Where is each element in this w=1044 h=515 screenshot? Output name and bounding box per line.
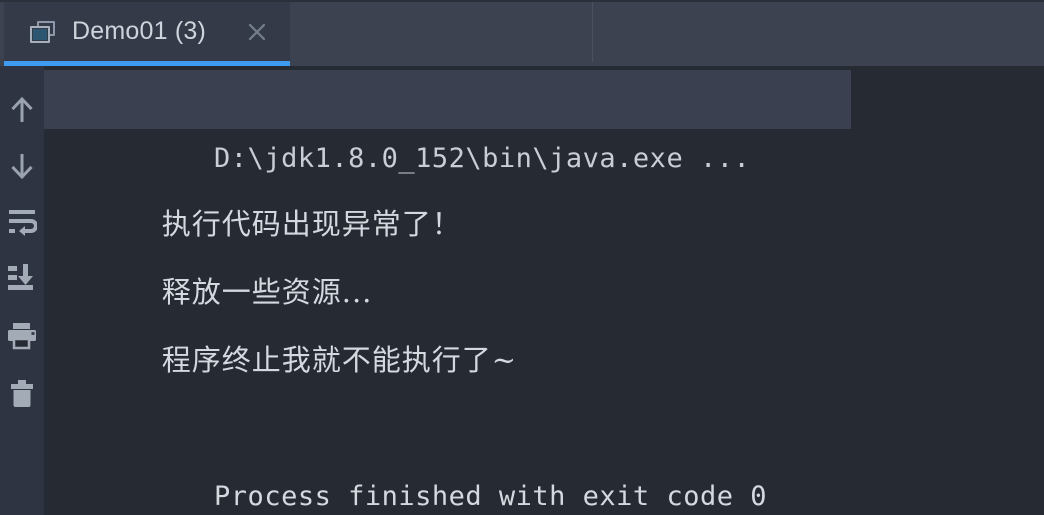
tab-label: Demo01 (3) <box>72 17 206 45</box>
console-line: Process finished with exit code 0 <box>44 408 767 512</box>
console-line: 程序终止我就不能执行了~ <box>44 272 517 377</box>
up-arrow-icon[interactable] <box>0 82 44 138</box>
run-tool-window: Demo01 (3) D:\jdk1.8.0_152\bin\java.exe … <box>0 0 1044 515</box>
tab-bar: Demo01 (3) <box>0 0 1044 66</box>
scroll-to-end-icon[interactable] <box>0 250 44 306</box>
tab-bar-divider <box>592 2 593 62</box>
console-toolbar <box>0 66 44 515</box>
console-line: 释放一些资源... <box>44 204 372 309</box>
console-line: D:\jdk1.8.0_152\bin\java.exe ... <box>44 70 851 174</box>
console-output[interactable]: D:\jdk1.8.0_152\bin\java.exe ... 执行代码出现异… <box>44 66 1044 515</box>
soft-wrap-icon[interactable] <box>0 194 44 250</box>
down-arrow-icon[interactable] <box>0 138 44 194</box>
console-line: 执行代码出现异常了！ <box>44 136 462 241</box>
console-window-icon <box>30 20 56 43</box>
print-icon[interactable] <box>0 308 44 364</box>
console-line-text: Process finished with exit code 0 <box>214 481 767 512</box>
close-icon[interactable] <box>246 21 268 43</box>
trash-icon[interactable] <box>0 366 44 422</box>
tab-demo01[interactable]: Demo01 (3) <box>4 2 290 66</box>
